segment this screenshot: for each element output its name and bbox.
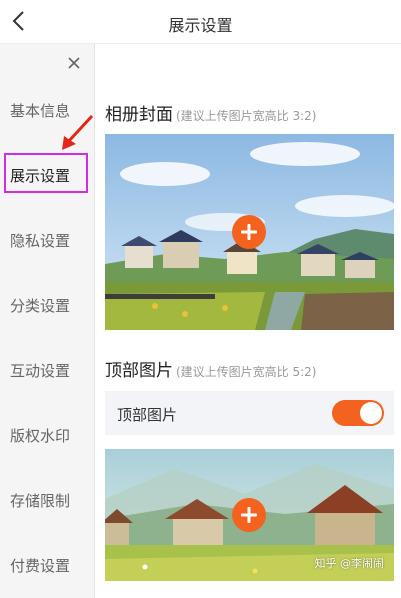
sidebar-item-watermark[interactable]: 版权水印 [0, 416, 95, 456]
sidebar-item-interaction[interactable]: 互动设置 [0, 351, 95, 391]
page-title: 展示设置 [168, 16, 233, 35]
cover-image-upload[interactable] [105, 134, 394, 330]
sidebar-item-payment[interactable]: 付费设置 [0, 546, 95, 586]
top-image-hint: (建议上传图片宽高比 5:2) [176, 365, 317, 379]
arrow-icon [62, 114, 94, 150]
top-image-plus-icon[interactable] [232, 498, 266, 532]
highlight-box [4, 153, 88, 193]
top-image-toggle-label: 顶部图片 [117, 406, 178, 424]
watermark-text: 知乎 @李闹闹 [314, 557, 385, 570]
toggle-knob [360, 402, 382, 424]
top-image-toggle-switch[interactable] [332, 400, 384, 426]
top-bar: 展示设置 [0, 0, 401, 44]
top-image-toggle-row: 顶部图片 [105, 391, 394, 435]
sidebar-item-privacy[interactable]: 隐私设置 [0, 221, 95, 261]
sidebar-item-category[interactable]: 分类设置 [0, 286, 95, 326]
close-icon[interactable] [64, 53, 84, 73]
cover-section-title: 相册封面 (建议上传图片宽高比 3:2) [105, 100, 317, 125]
app: 展示设置 基本信息 展示设置 隐私设置 分类设置 互动设置 版权水印 存储限制 … [0, 0, 401, 598]
cover-plus-icon[interactable] [232, 215, 266, 249]
main-panel: 相册封面 (建议上传图片宽高比 3:2) 顶部图片 (建议上传图片宽高比 5:2… [95, 44, 401, 598]
top-image-title: 顶部图片 [105, 361, 173, 381]
top-image-section-title: 顶部图片 (建议上传图片宽高比 5:2) [105, 356, 317, 381]
cover-title: 相册封面 [105, 105, 173, 125]
top-image-upload[interactable]: 知乎 @李闹闹 [105, 449, 394, 581]
cover-hint: (建议上传图片宽高比 3:2) [176, 109, 317, 123]
sidebar-item-storage[interactable]: 存储限制 [0, 481, 95, 521]
